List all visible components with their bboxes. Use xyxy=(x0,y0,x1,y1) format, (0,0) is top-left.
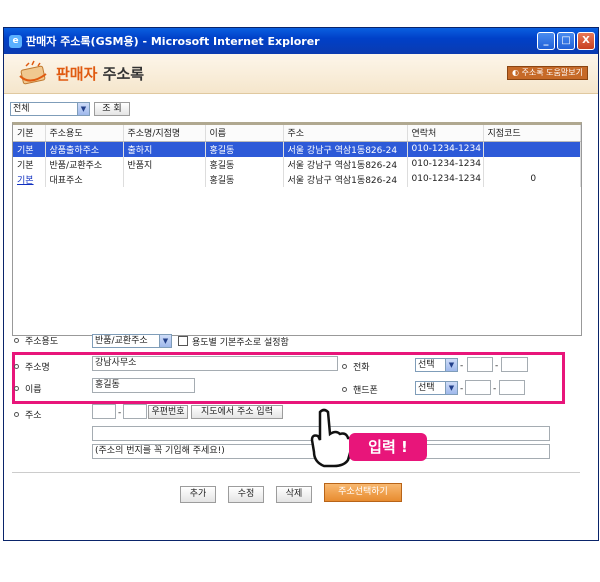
mobile-prefix-select[interactable]: 선택 ▼ xyxy=(415,381,458,395)
title-bar: e 판매자 주소록(GSM용) - Microsoft Internet Exp… xyxy=(4,28,598,54)
zipcode-second-input[interactable] xyxy=(123,404,147,419)
address-grid: 기본 주소용도 주소명/지점명 이름 주소 연락처 지점코드 기본 상품출하주소… xyxy=(12,122,582,336)
table-row[interactable]: 기본 대표주소 홍길동 서울 강남구 역삼1동826-24 010-1234-1… xyxy=(13,171,581,187)
mobile-label: 핸드폰 xyxy=(342,383,378,396)
phone-label: 전화 xyxy=(342,360,370,373)
chevron-down-icon: ▼ xyxy=(77,103,89,115)
minimize-button[interactable]: _ xyxy=(537,32,555,50)
bullet-icon xyxy=(14,386,19,391)
bullet-icon xyxy=(14,412,19,417)
page-header: 판매자 주소록 ◐ 주소록 도움말보기 xyxy=(4,54,598,94)
bullet-icon xyxy=(342,387,347,392)
delete-button[interactable]: 삭제 xyxy=(276,486,312,503)
col-phone: 연락처 xyxy=(407,125,484,142)
col-branch: 지점코드 xyxy=(483,125,581,142)
divider xyxy=(12,472,580,473)
bullet-icon xyxy=(342,364,347,369)
page-title: 판매자 주소록 xyxy=(56,65,145,83)
table-row[interactable]: 기본 상품출하주소 출하지 홍길동 서울 강남구 역삼1동826-24 010-… xyxy=(13,141,581,157)
default-link[interactable]: 기본 xyxy=(13,171,46,187)
help-icon: ◐ xyxy=(512,68,520,77)
table-row[interactable]: 기본 반품/교환주소 반품지 홍길동 서울 강남구 역삼1동826-24 010… xyxy=(13,156,581,172)
name-label: 주소명 xyxy=(14,360,50,373)
ie-icon: e xyxy=(9,34,22,48)
address-name-input[interactable]: 강남사무소 xyxy=(92,356,338,371)
bullet-icon xyxy=(14,338,19,343)
col-name: 주소명/지점명 xyxy=(123,125,206,142)
chevron-down-icon: ▼ xyxy=(445,382,457,394)
zipcode-button[interactable]: 우편번호 xyxy=(148,405,188,419)
person-name-input[interactable]: 홍길동 xyxy=(92,378,195,393)
chevron-down-icon: ▼ xyxy=(159,335,171,347)
default-checkbox[interactable] xyxy=(178,336,188,346)
phone-middle-input[interactable] xyxy=(467,357,493,372)
col-default: 기본 xyxy=(13,125,46,142)
select-address-button[interactable]: 주소선택하기 xyxy=(324,483,402,502)
filter-select[interactable]: 전체 ▼ xyxy=(10,102,90,116)
phone-last-input[interactable] xyxy=(501,357,528,372)
col-person: 이름 xyxy=(205,125,284,142)
browser-window: e 판매자 주소록(GSM용) - Microsoft Internet Exp… xyxy=(3,27,599,541)
mobile-last-input[interactable] xyxy=(499,380,525,395)
col-address: 주소 xyxy=(283,125,408,142)
address-label: 주소 xyxy=(14,408,42,421)
person-label: 이름 xyxy=(14,382,42,395)
close-button[interactable]: X xyxy=(577,32,595,50)
edit-button[interactable]: 수정 xyxy=(228,486,264,503)
add-button[interactable]: 추가 xyxy=(180,486,216,503)
map-address-button[interactable]: 지도에서 주소 입력 xyxy=(191,405,283,419)
address-book-icon xyxy=(19,60,47,85)
mobile-middle-input[interactable] xyxy=(465,380,491,395)
help-button[interactable]: ◐ 주소록 도움말보기 xyxy=(507,66,588,80)
usage-select[interactable]: 반품/교환주소 ▼ xyxy=(92,334,172,348)
usage-label: 주소용도 xyxy=(14,334,58,347)
default-checkbox-label: 용도별 기본주소로 설정함 xyxy=(192,338,289,348)
col-usage: 주소용도 xyxy=(45,125,124,142)
phone-area-select[interactable]: 선택 ▼ xyxy=(415,358,458,372)
bullet-icon xyxy=(14,364,19,369)
window-title: 판매자 주소록(GSM용) - Microsoft Internet Explo… xyxy=(26,35,320,48)
search-button[interactable]: 조 회 xyxy=(94,102,130,116)
chevron-down-icon: ▼ xyxy=(445,359,457,371)
maximize-button[interactable]: □ xyxy=(557,32,575,50)
zipcode-first-input[interactable] xyxy=(92,404,116,419)
input-callout: 입력 ! xyxy=(349,433,427,461)
